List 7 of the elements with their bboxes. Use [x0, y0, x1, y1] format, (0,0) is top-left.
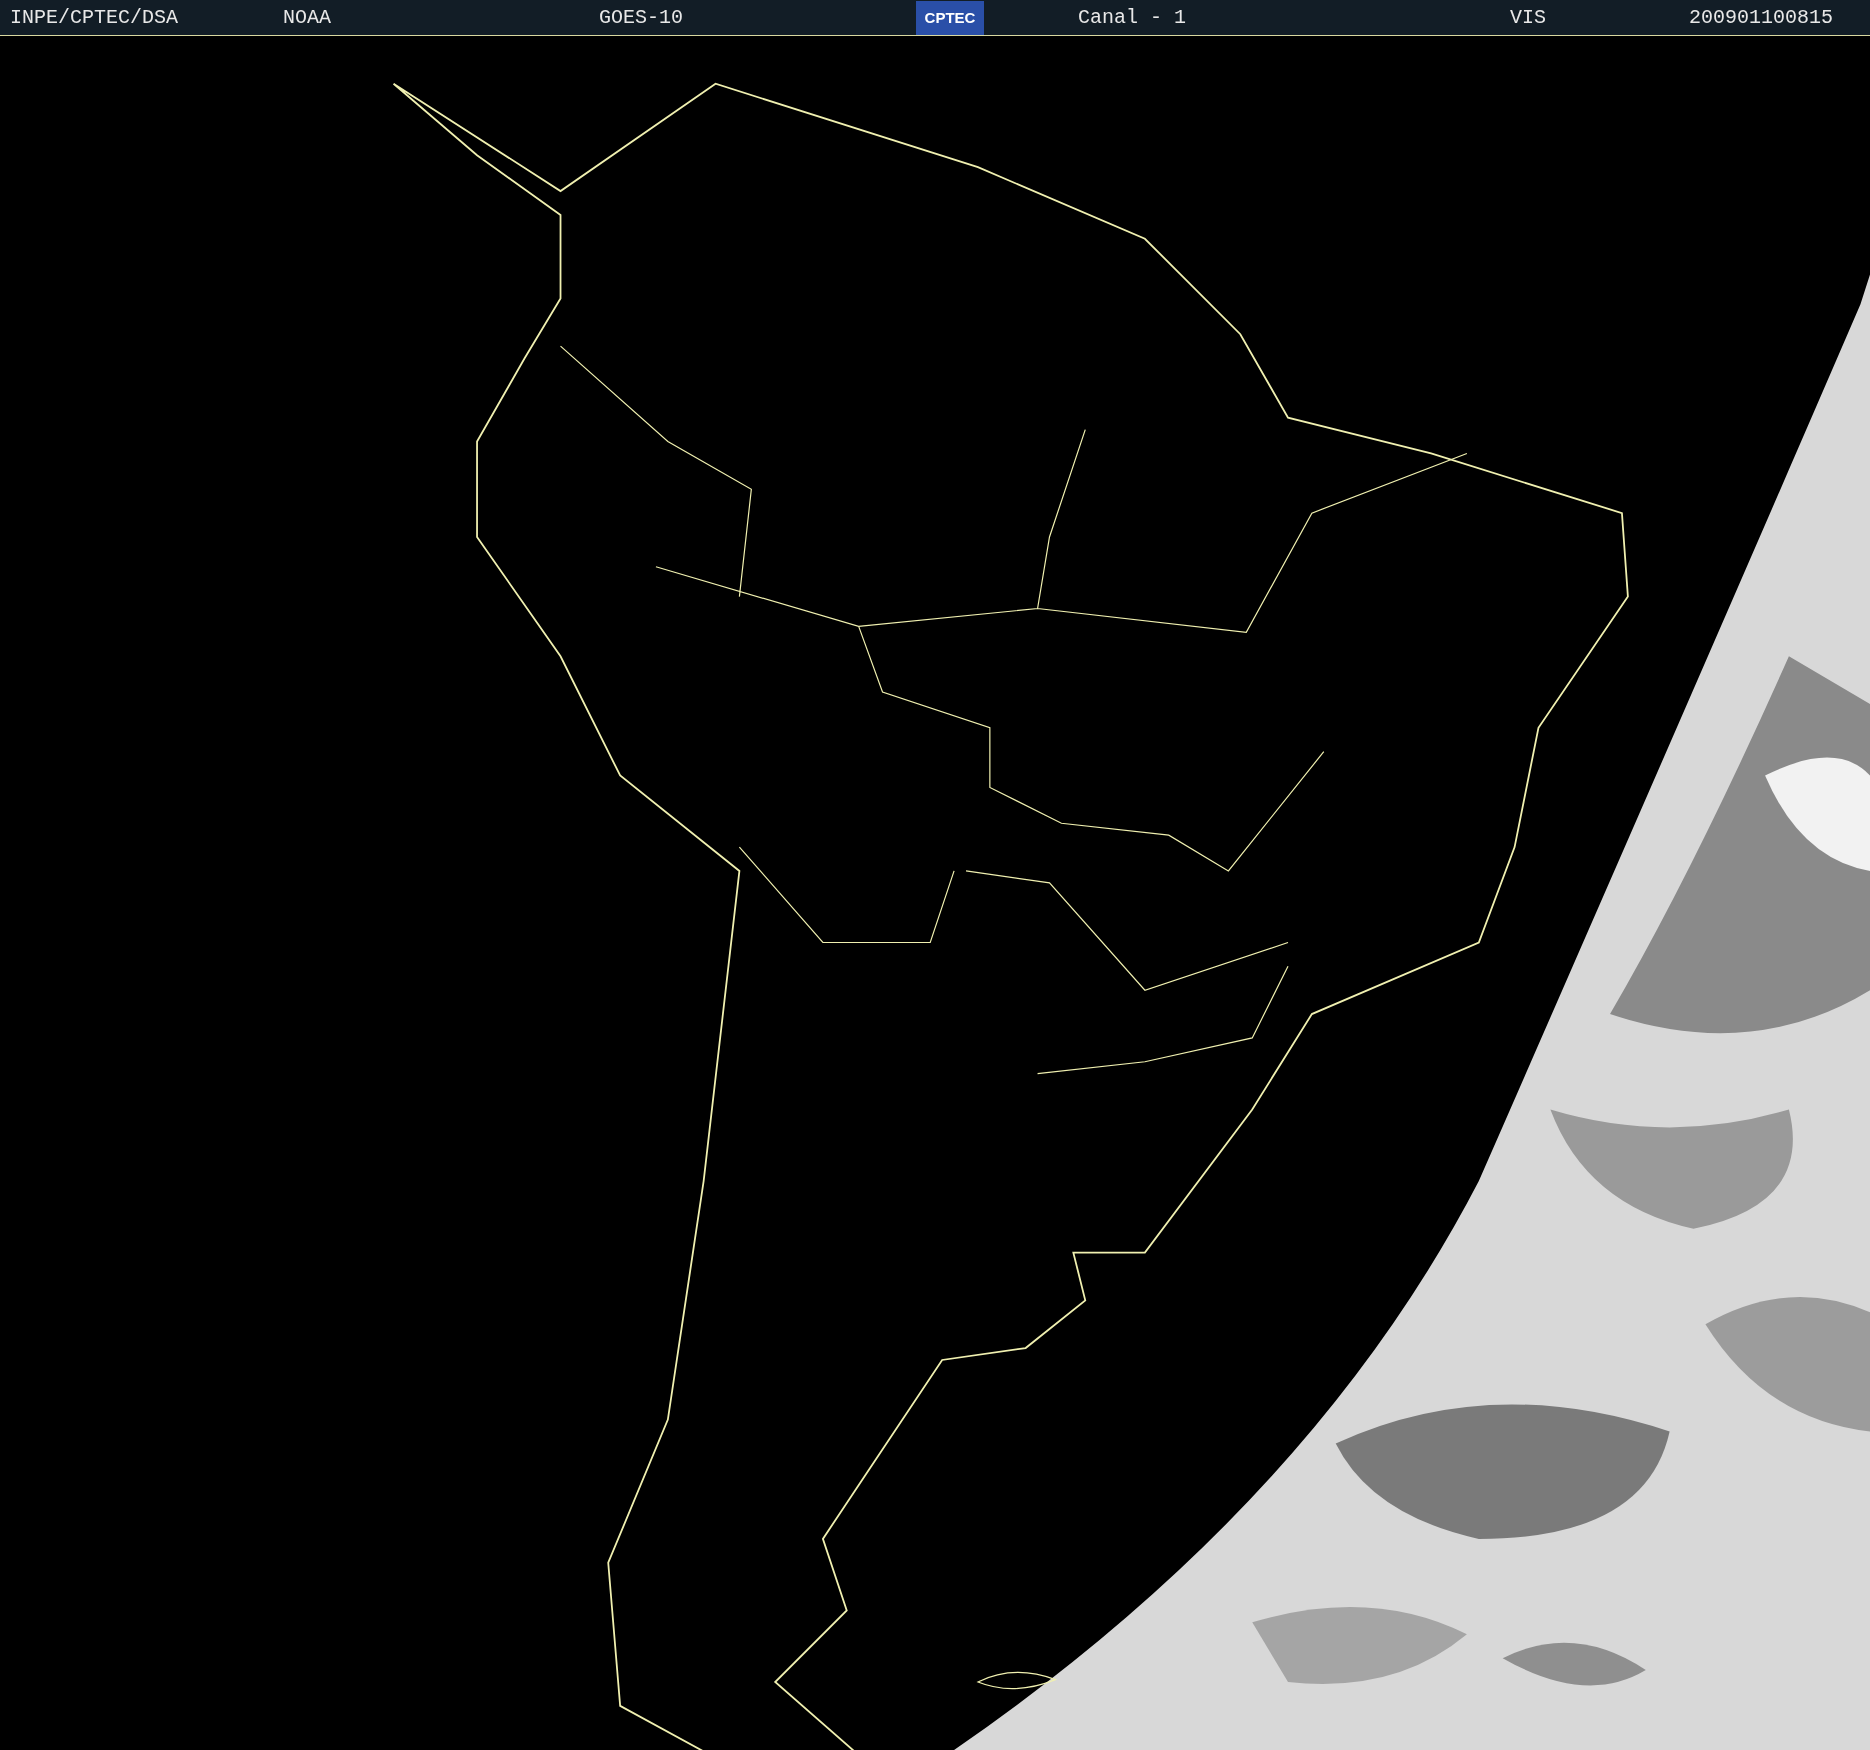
satellite-label: GOES-10 — [599, 6, 684, 29]
agency-label: INPE/CPTEC/DSA — [10, 6, 180, 29]
logo: CPTEC — [916, 0, 984, 35]
channel-label: Canal - 1 — [1078, 6, 1188, 29]
source-label: NOAA — [283, 6, 332, 29]
timestamp-label: 200901100815 — [1689, 6, 1835, 29]
band-label: VIS — [1510, 6, 1547, 29]
